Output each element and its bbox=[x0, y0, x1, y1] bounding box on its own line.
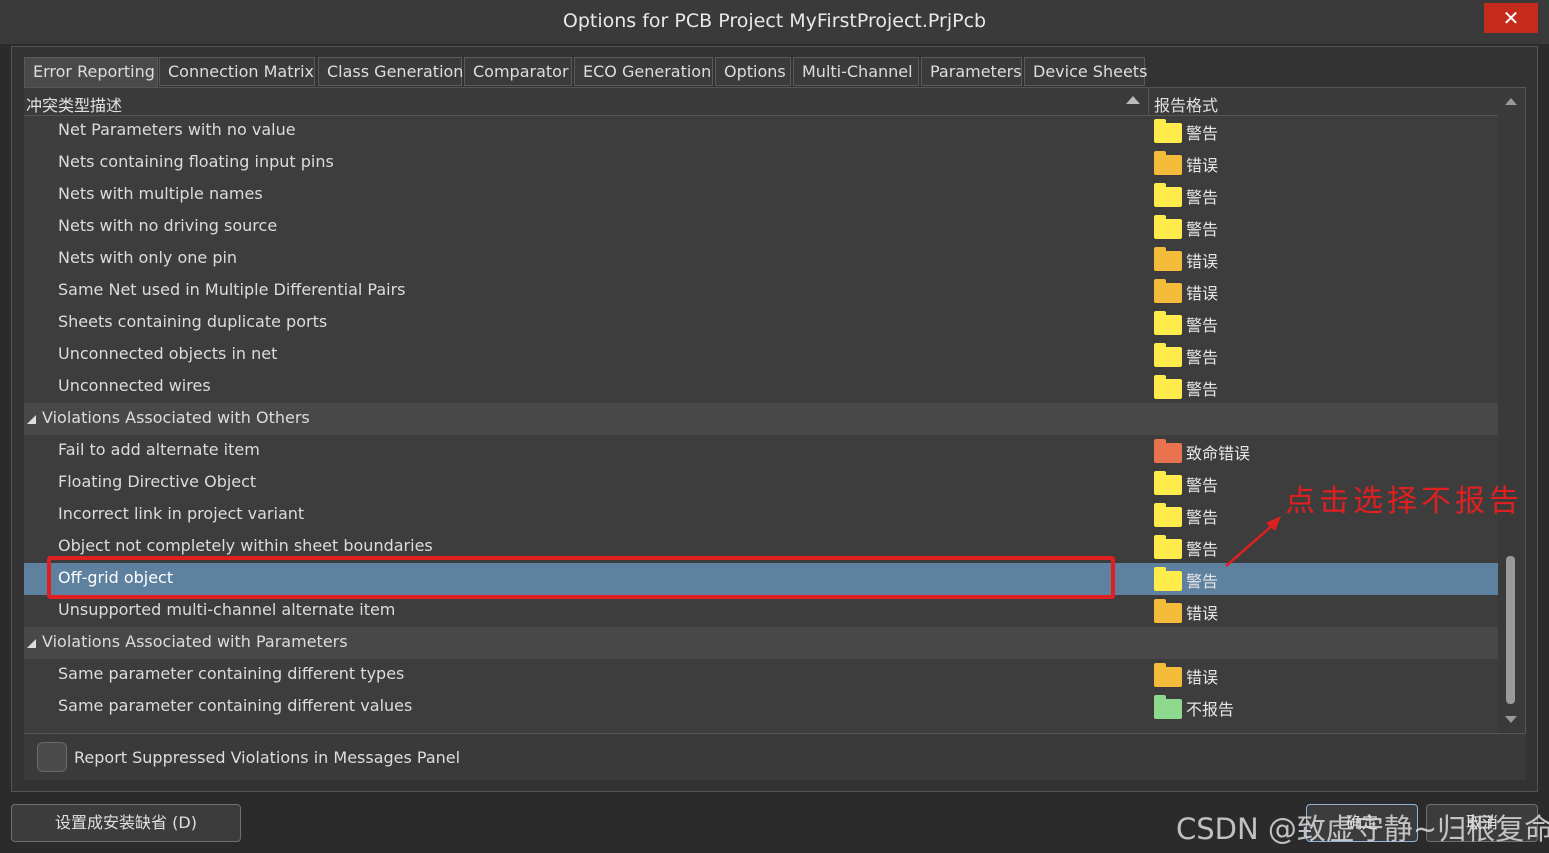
annotation-arrow bbox=[1225, 516, 1281, 567]
csdn-watermark: CSDN @致虚守静~归根复命 bbox=[1176, 812, 1549, 846]
annotation-text: 点击选择不报告 bbox=[1285, 484, 1523, 519]
